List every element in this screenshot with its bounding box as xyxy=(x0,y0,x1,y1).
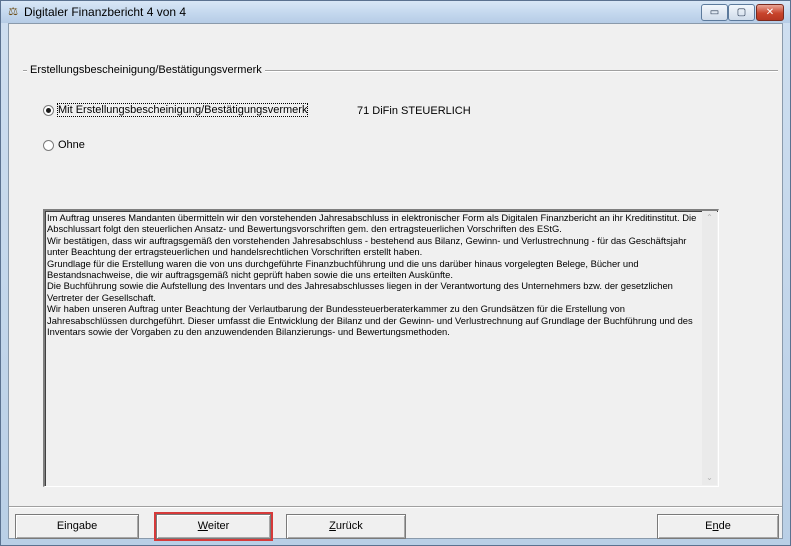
weiter-accel-char: W xyxy=(197,520,208,532)
minimize-icon: ▭ xyxy=(709,7,720,18)
ende-label-end: de xyxy=(718,520,731,532)
eingabe-button-label: Eingabe xyxy=(56,520,98,532)
title-bar[interactable]: ⚖ Digitaler Finanzbericht 4 von 4 ▭ ▢ ✕ xyxy=(1,1,790,23)
zurueck-button-label: urück xyxy=(335,520,363,532)
text-paragraph: Im Auftrag unseres Mandanten übermitteln… xyxy=(47,212,697,235)
window-title: Digitaler Finanzbericht 4 von 4 xyxy=(24,5,187,19)
app-icon: ⚖ xyxy=(8,5,18,18)
text-paragraph: Wir bestätigen, dass wir auftragsgemäß d… xyxy=(47,234,687,258)
radio-label-without[interactable]: Ohne xyxy=(58,139,85,151)
maximize-icon: ▢ xyxy=(736,7,747,18)
weiter-button-label: eiter xyxy=(207,520,230,532)
radio-label-with-certificate[interactable]: Mit Erstellungsbescheinigung/Bestätigung… xyxy=(56,103,309,117)
group-label: Erstellungsbescheinigung/Bestätigungsver… xyxy=(27,64,265,76)
text-paragraph: Grundlage für die Erstellung waren die v… xyxy=(47,257,639,281)
bottom-divider xyxy=(9,506,782,508)
radio-button-checked[interactable] xyxy=(43,105,54,116)
certificate-text: Im Auftrag unseres Mandanten übermitteln… xyxy=(47,212,700,337)
radio-button-unchecked[interactable] xyxy=(43,140,54,151)
vertical-scrollbar[interactable]: ⌃ ⌄ xyxy=(702,211,717,485)
close-button[interactable]: ✕ xyxy=(756,4,784,21)
weiter-button[interactable]: Weiter xyxy=(154,512,273,541)
certificate-text-area[interactable]: Im Auftrag unseres Mandanten übermitteln… xyxy=(43,209,719,487)
eingabe-button[interactable]: Eingabe xyxy=(15,514,139,539)
dialog-client-area: Erstellungsbescheinigung/Bestätigungsver… xyxy=(8,23,783,541)
zurueck-button[interactable]: Zurück xyxy=(286,514,406,539)
close-icon: ✕ xyxy=(765,7,775,18)
scroll-down-icon[interactable]: ⌄ xyxy=(702,471,717,485)
minimize-button[interactable]: ▭ xyxy=(701,4,728,21)
option-info-text: 71 DiFin STEUERLICH xyxy=(357,105,471,117)
dialog-window: ⚖ Digitaler Finanzbericht 4 von 4 ▭ ▢ ✕ … xyxy=(0,0,791,546)
ende-button[interactable]: Ende xyxy=(657,514,779,539)
text-paragraph: Die Buchführung sowie die Aufstellung de… xyxy=(47,280,673,303)
zurueck-accel-char: Z xyxy=(329,520,336,532)
text-paragraph: Wir haben unseren Auftrag unter Beachtun… xyxy=(47,303,693,338)
scroll-up-icon[interactable]: ⌃ xyxy=(702,211,717,225)
maximize-button[interactable]: ▢ xyxy=(728,4,755,21)
